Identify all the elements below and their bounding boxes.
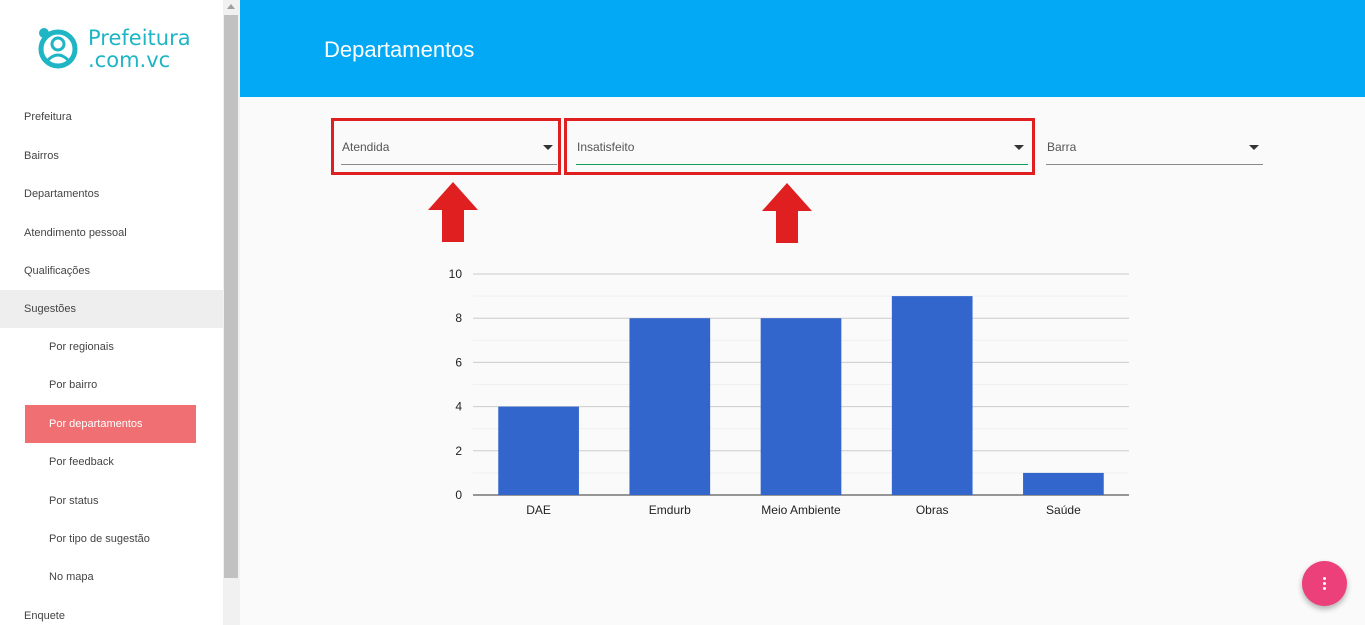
logo-text-line2: .com.vc	[88, 48, 171, 72]
x-tick-label: DAE	[526, 503, 551, 517]
sidebar-item-qualificacoes[interactable]: Qualificações	[0, 252, 223, 290]
sidebar-subitem-por-feedback[interactable]: Por feedback	[0, 443, 223, 481]
chart-type-select-value: Barra	[1047, 140, 1077, 154]
dot	[1323, 577, 1326, 580]
y-tick-label: 10	[449, 267, 463, 281]
user-avatar-logo-icon	[38, 28, 78, 69]
bar-dae[interactable]	[498, 406, 579, 495]
scroll-up-arrow-icon[interactable]	[227, 4, 235, 9]
red-up-arrow-icon	[428, 182, 478, 242]
page-header: Departamentos	[240, 0, 1365, 97]
sidebar-subitem-por-departamentos[interactable]: Por departamentos	[25, 405, 196, 443]
red-up-arrow-icon	[762, 183, 812, 243]
bar-meio-ambiente[interactable]	[760, 318, 842, 495]
y-tick-label: 6	[455, 355, 462, 369]
y-tick-label: 4	[455, 400, 462, 414]
logo[interactable]: Prefeitura .com.vc	[38, 25, 198, 75]
highlight-box-status	[331, 118, 561, 175]
x-tick-label: Meio Ambiente	[761, 503, 841, 517]
chart-type-select[interactable]: Barra	[1046, 125, 1263, 165]
sidebar-subitem-por-tipo-de-sugestao[interactable]: Por tipo de sugestão	[0, 520, 223, 558]
x-tick-label: Saúde	[1046, 503, 1081, 517]
dot	[1323, 582, 1326, 585]
sidebar-item-atendimento-pessoal[interactable]: Atendimento pessoal	[0, 214, 223, 252]
bar-emdurb[interactable]	[629, 318, 711, 495]
departments-bar-chart: 0 2 4 6 8 10 DAE Emdurb Meio Ambiente Obras Saúde	[449, 267, 1129, 517]
more-options-fab[interactable]	[1302, 561, 1347, 606]
sidebar-scrollbar[interactable]	[223, 0, 240, 625]
dot	[1323, 587, 1326, 590]
sidebar-item-sugestoes[interactable]: Sugestões	[0, 290, 223, 328]
y-tick-label: 2	[455, 444, 462, 458]
sidebar-subitem-por-bairro[interactable]: Por bairro	[0, 366, 223, 404]
scrollbar-thumb[interactable]	[224, 15, 238, 578]
page-title: Departamentos	[324, 37, 475, 62]
sidebar-item-departamentos[interactable]: Departamentos	[0, 175, 223, 213]
x-tick-label: Obras	[916, 503, 949, 517]
x-tick-label: Emdurb	[649, 503, 691, 517]
sidebar-subitem-por-status[interactable]: Por status	[0, 482, 223, 520]
sidebar-subitem-por-regionais[interactable]: Por regionais	[0, 328, 223, 366]
sidebar-item-bairros[interactable]: Bairros	[0, 137, 223, 175]
y-tick-label: 0	[455, 488, 462, 502]
highlight-box-feedback	[564, 118, 1035, 175]
logo-text-line1: Prefeitura	[88, 26, 191, 50]
bar-saúde[interactable]	[1023, 472, 1104, 495]
chevron-down-icon	[1249, 145, 1259, 150]
bar-obras[interactable]	[891, 296, 973, 495]
sidebar-item-enquete[interactable]: Enquete	[0, 597, 223, 625]
y-tick-label: 8	[455, 311, 462, 325]
sidebar: Prefeitura .com.vc Prefeitura Bairros De…	[0, 0, 223, 625]
sidebar-item-prefeitura[interactable]: Prefeitura	[0, 98, 223, 136]
sidebar-subitem-no-mapa[interactable]: No mapa	[0, 558, 223, 596]
